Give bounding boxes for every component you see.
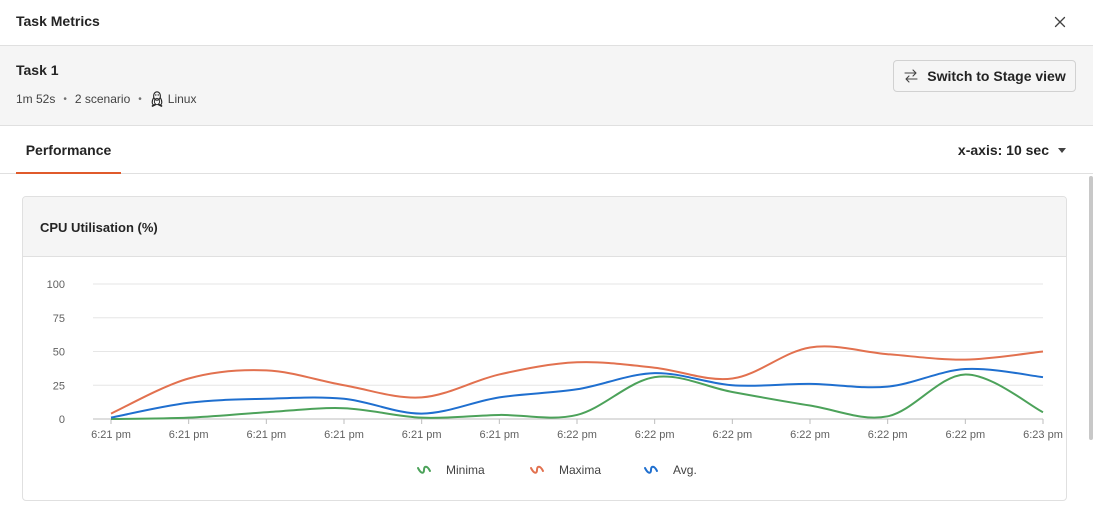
x-tick-label: 6:21 pm [246,429,286,441]
scrollbar-thumb[interactable] [1089,176,1093,440]
y-tick-label: 100 [47,279,65,291]
close-button[interactable] [1049,11,1071,33]
x-tick-label: 6:22 pm [712,429,752,441]
x-tick-label: 6:22 pm [557,429,597,441]
x-tick-label: 6:22 pm [945,429,985,441]
dialog-title: Task Metrics [16,13,100,29]
legend-label-minima: Minima [446,463,485,477]
legend-swatch-maxima [530,465,544,474]
x-tick-label: 6:22 pm [790,429,830,441]
chevron-down-icon [1058,147,1066,153]
task-scenarios: 2 scenario [74,92,131,106]
x-tick-label: 6:23 pm [1023,429,1063,441]
dialog-header: Task Metrics [0,0,1093,46]
task-name: Task 1 [16,62,59,78]
y-tick-label: 0 [59,414,65,426]
y-tick-label: 25 [53,380,65,392]
y-tick-label: 75 [53,313,65,325]
series-line-maxima [110,345,1044,415]
switch-button-label: Switch to Stage view [927,68,1066,84]
task-os: Linux [150,91,197,107]
y-tick-label: 50 [53,347,65,359]
cpu-utilisation-chart: 0 25 50 75 100 6:21 pm 6:21 pm 6:21 pm 6:21 pm 6:… [47,279,1063,477]
x-tick-label: 6:21 pm [324,429,364,441]
tab-bar: Performance x-axis: 10 sec [0,126,1093,174]
legend-swatch-minima [417,465,431,474]
task-meta: 1m 52s • 2 scenario • Linux [16,91,196,107]
legend-label-maxima: Maxima [559,463,601,477]
task-summary: Task 1 1m 52s • 2 scenario • Linux Switc… [0,46,1093,126]
active-tab-indicator [16,172,121,174]
switch-to-stage-view-button[interactable]: Switch to Stage view [893,60,1076,92]
tab-label: Performance [25,142,112,158]
x-tick-label: 6:21 pm [169,429,209,441]
tab-performance[interactable]: Performance [16,126,121,174]
linux-icon [151,91,163,107]
swap-arrows-icon [904,69,918,83]
x-tick-label: 6:22 pm [868,429,908,441]
x-tick-label: 6:21 pm [402,429,442,441]
cpu-utilisation-card: CPU Utilisation (%) 0 25 50 75 100 6:21 pm 6:2… [22,196,1067,501]
x-tick-label: 6:22 pm [635,429,675,441]
x-tick-label: 6:21 pm [91,429,131,441]
task-os-label: Linux [167,92,197,106]
x-tick-label: 6:21 pm [479,429,519,441]
series-line-minima [110,373,1044,420]
chart-title: CPU Utilisation (%) [40,220,158,235]
close-icon [1054,16,1066,28]
separator-dot: • [138,93,142,105]
x-axis-interval-label: x-axis: 10 sec [957,142,1049,158]
separator-dot: • [63,93,67,105]
chart-card-header: CPU Utilisation (%) [23,197,1066,257]
x-axis-interval-dropdown[interactable]: x-axis: 10 sec [958,142,1066,158]
legend-swatch-avg [644,465,658,474]
task-duration: 1m 52s [16,92,56,106]
legend-label-avg: Avg. [673,463,697,477]
